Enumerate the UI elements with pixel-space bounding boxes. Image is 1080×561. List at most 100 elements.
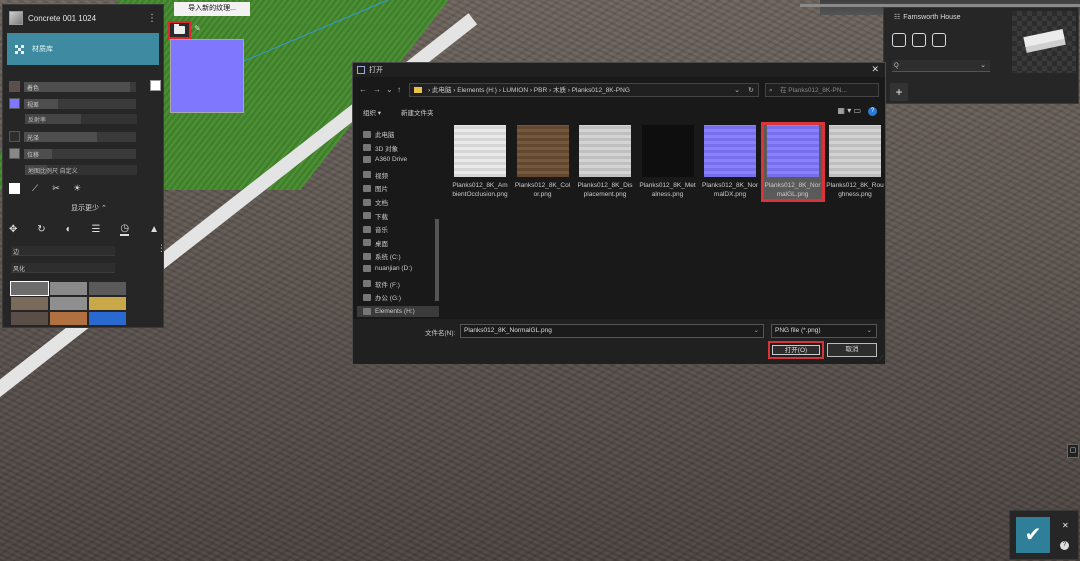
prop-gloss[interactable]: 光泽	[9, 131, 136, 142]
nav-item[interactable]: A360 Drive	[363, 156, 407, 164]
nav-item[interactable]: 图片	[363, 183, 388, 193]
move-icon[interactable]: ✥	[9, 224, 17, 235]
drive-icon	[363, 225, 371, 233]
prop-displacement[interactable]: 位移	[9, 148, 136, 159]
material-tools: ⟋ ✂ ☀	[9, 182, 83, 194]
chevron-down-icon[interactable]: ⌄	[734, 84, 740, 97]
category-edge[interactable]: 边	[11, 246, 115, 256]
nav-item[interactable]: 文档	[363, 197, 388, 207]
chevron-down-icon[interactable]: ⌄	[754, 325, 759, 337]
dropdown-icon[interactable]: ⌄	[386, 85, 393, 94]
refresh-icon[interactable]: ↻	[748, 84, 754, 97]
drop-icon[interactable]: ▲	[149, 224, 159, 235]
house-thumbnail[interactable]	[1012, 11, 1076, 73]
prop-map-scale[interactable]: 地图比例尺 自定义	[25, 165, 137, 175]
material-thumb[interactable]	[89, 297, 126, 310]
chart-icon[interactable]: ⟋	[29, 182, 41, 194]
close-icon[interactable]: ✕	[871, 64, 879, 75]
nav-item-label: 视频	[375, 172, 388, 180]
open-folder-button[interactable]	[168, 21, 191, 39]
filename-input[interactable]: Planks012_8K_NormalGL.png ⌄	[460, 324, 764, 338]
material-thumb[interactable]	[50, 297, 87, 310]
organize-button[interactable]: 组织 ▾	[363, 107, 381, 117]
nav-item[interactable]: 系统 (C:)	[363, 251, 401, 261]
forward-icon[interactable]: →	[373, 85, 381, 94]
close-icon[interactable]: ✕	[1062, 521, 1069, 530]
cancel-button[interactable]: 取消	[827, 343, 877, 357]
up-icon[interactable]: ↑	[397, 85, 401, 94]
file-item[interactable]: Planks012_8K_Metalness.png	[639, 125, 697, 199]
address-bar[interactable]: › 此电脑 › Elements (H:) › LUMION › PBR › 木…	[409, 83, 759, 97]
scissors-icon[interactable]: ✂	[50, 182, 62, 194]
nav-item[interactable]: 视频	[363, 170, 388, 180]
open-button[interactable]: 打开(O)	[772, 345, 820, 355]
material-thumb[interactable]	[89, 312, 126, 325]
file-item[interactable]: Planks012_8K_AmbientOcclusion.png	[451, 125, 509, 199]
material-thumb[interactable]	[89, 282, 126, 295]
resize-grip-icon[interactable]: ⋰	[877, 355, 883, 362]
import-new-texture[interactable]: 导入新的纹理...	[174, 2, 250, 16]
file-item[interactable]: Planks012_8K_Displacement.png	[576, 125, 634, 199]
material-thumb[interactable]	[11, 312, 48, 325]
export-icon[interactable]	[932, 33, 946, 47]
file-item[interactable]: Planks012_8K_NormalGL.png	[760, 122, 825, 202]
nav-scrollbar[interactable]	[435, 219, 439, 301]
house-select[interactable]: Q ⌄	[892, 60, 990, 72]
clock-icon[interactable]: ◷	[120, 223, 130, 236]
view-icon[interactable]: ▦ ▾ ▭	[837, 106, 861, 115]
file-item[interactable]: Planks012_8K_Color.png	[514, 125, 572, 199]
contrast-icon[interactable]: ◐	[66, 224, 72, 235]
file-item[interactable]: Planks012_8K_NormalDX.png	[701, 125, 759, 199]
rotate-icon[interactable]: ↻	[37, 224, 45, 235]
nav-item[interactable]: 3D 对象	[363, 143, 398, 153]
help-icon[interactable]: ?	[868, 107, 877, 116]
nav-item[interactable]: 音乐	[363, 224, 388, 234]
back-icon[interactable]: ←	[359, 85, 367, 94]
nav-item[interactable]: 办公 (G:)	[363, 292, 401, 302]
more-options-icon[interactable]: ⋮	[147, 13, 157, 24]
nav-item[interactable]: 软件 (F:)	[363, 279, 400, 289]
upload-icon[interactable]	[912, 33, 926, 47]
side-toggle-icon[interactable]: ▢	[1067, 444, 1079, 458]
material-panel: Concrete 001 1024 ⋮ 材质库 着色 视差 反射率 光泽 位移 …	[2, 4, 166, 328]
displacement-swatch[interactable]	[9, 148, 20, 159]
nav-item[interactable]: 桌面	[363, 238, 388, 248]
add-button[interactable]: +	[890, 83, 908, 101]
nav-item[interactable]: Elements (H:)	[357, 305, 439, 317]
prop-relief[interactable]: 视差	[9, 98, 136, 109]
import-icon[interactable]	[892, 33, 906, 47]
house-panel: ☷ Farnsworth House Q ⌄	[883, 7, 1079, 104]
prop-coloration[interactable]: 着色	[9, 81, 136, 92]
file-item[interactable]: Planks012_8K_Roughness.png	[826, 125, 884, 199]
relief-swatch[interactable]	[9, 98, 20, 109]
pencil-icon[interactable]: ✎	[194, 24, 201, 33]
chevron-down-icon[interactable]: ⌄	[867, 325, 872, 337]
material-thumb[interactable]	[11, 297, 48, 310]
sun-icon[interactable]: ☀	[71, 182, 83, 194]
nav-item[interactable]: 此电脑	[363, 129, 395, 139]
more-options-icon[interactable]: ⋮	[157, 243, 166, 254]
nav-item[interactable]: nuanjian (D:)	[363, 265, 412, 272]
confirm-button[interactable]: ✔	[1016, 517, 1050, 553]
nav-item-label: 下载	[375, 213, 388, 221]
category-weathering[interactable]: 风化	[11, 263, 115, 273]
white-swatch[interactable]	[150, 80, 161, 91]
show-less-toggle[interactable]: 显示更少 ⌃	[71, 203, 107, 213]
gloss-swatch[interactable]	[9, 131, 20, 142]
material-thumb[interactable]	[50, 312, 87, 325]
prop-label: 着色	[27, 85, 40, 92]
material-library-button[interactable]: 材质库	[7, 33, 159, 65]
material-thumb[interactable]	[10, 281, 49, 296]
prop-reflectivity[interactable]: 反射率	[25, 114, 137, 124]
file-name: Planks012_8K_Color.png	[514, 182, 571, 198]
material-thumb[interactable]	[50, 282, 87, 295]
new-folder-button[interactable]: 新建文件夹	[401, 107, 434, 117]
sliders-icon[interactable]: ☰	[92, 224, 101, 235]
filetype-select[interactable]: PNG file (*.png) ⌄	[771, 324, 877, 338]
help-icon[interactable]: ?	[1060, 541, 1069, 550]
search-input[interactable]: 在 Planks012_8K-PN...	[765, 83, 879, 97]
material-library-label: 材质库	[32, 46, 53, 53]
white-color-swatch[interactable]	[9, 182, 20, 194]
coloration-swatch[interactable]	[9, 81, 20, 92]
nav-item[interactable]: 下载	[363, 211, 388, 221]
